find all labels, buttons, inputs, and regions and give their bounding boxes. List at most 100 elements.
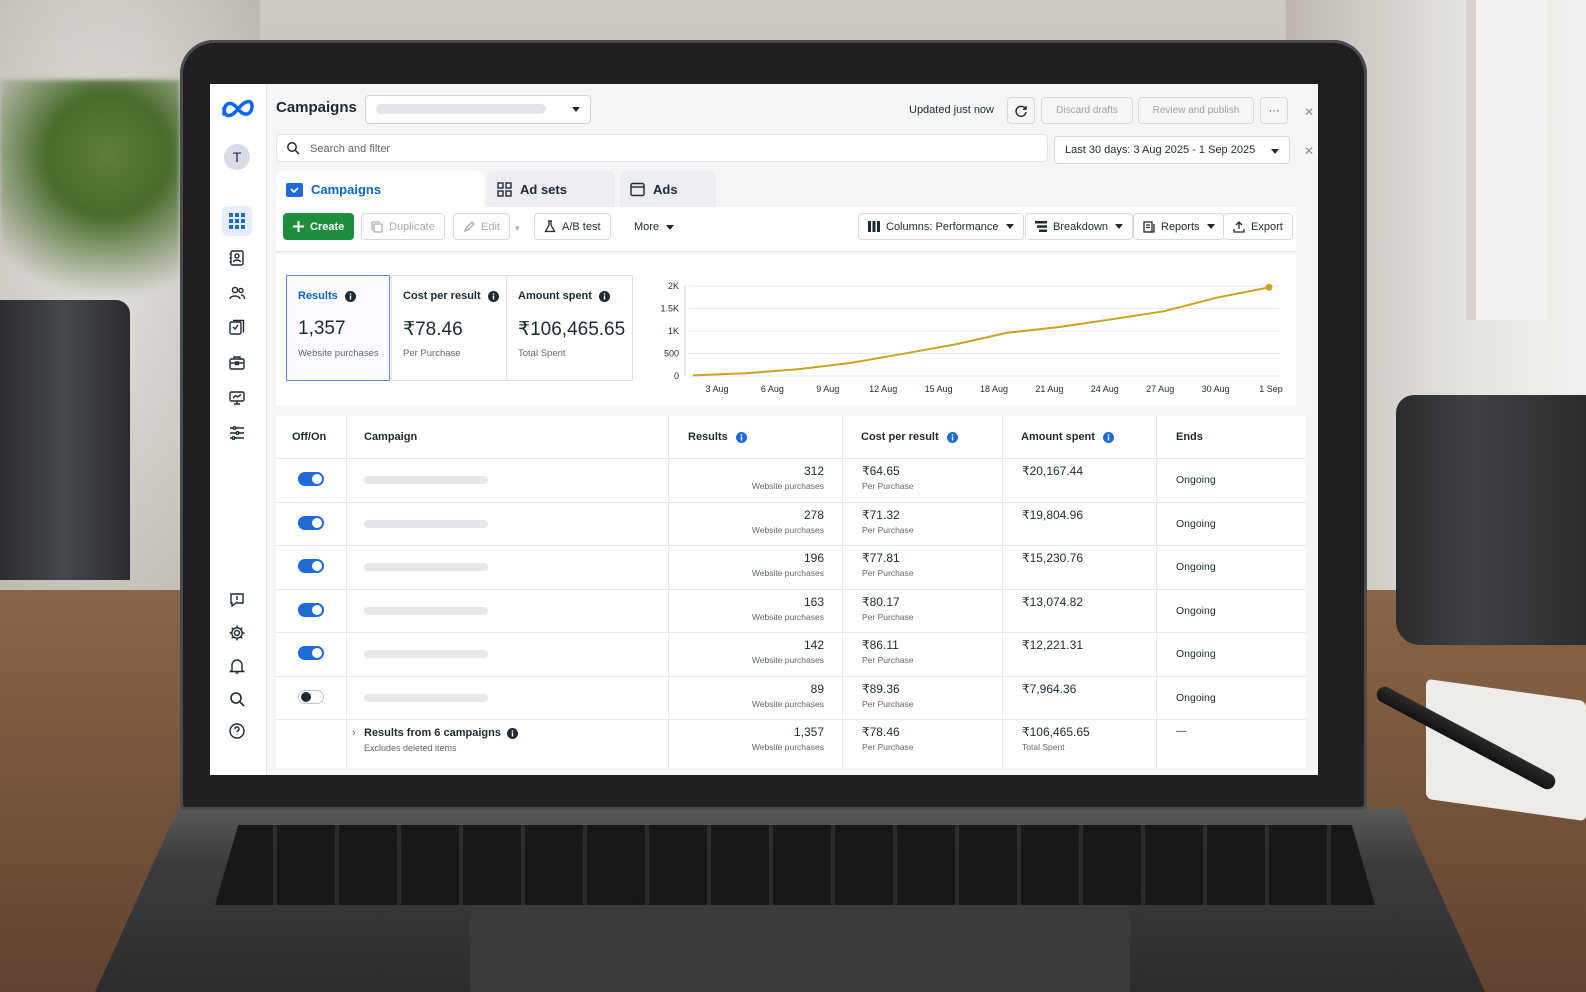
audience-icon[interactable] — [225, 281, 249, 305]
summary-amount: ₹106,465.65 Total Spent — [1022, 725, 1090, 752]
info-icon[interactable] — [735, 431, 747, 443]
amount-cell: ₹13,074.82 — [1022, 594, 1084, 609]
chart-x-tick-label: 21 Aug — [1035, 384, 1063, 394]
campaign-name-redacted[interactable] — [364, 476, 488, 484]
info-icon[interactable] — [487, 290, 499, 302]
table-row[interactable]: 89 Website purchases ₹89.36 Per Purchase ₹7,… — [276, 676, 1306, 719]
cost-cell: ₹86.11 Per Purchase — [862, 638, 914, 665]
metric-value: 1,357 — [298, 318, 346, 339]
metric-card-amount-spent[interactable]: Amount spent ₹106,465.65 Total Spent — [506, 275, 633, 381]
more-label: More — [634, 221, 660, 233]
edit-dropdown-icon[interactable]: ▾ — [515, 223, 520, 234]
list-icon[interactable] — [225, 421, 249, 445]
info-icon[interactable] — [598, 290, 610, 302]
tab-ads-label: Ads — [653, 181, 678, 197]
campaign-toggle[interactable] — [298, 646, 324, 660]
account-selector[interactable] — [365, 95, 591, 124]
chart-x-tick-label: 15 Aug — [925, 384, 953, 394]
chart-end-point[interactable] — [1265, 283, 1273, 291]
tab-ads[interactable]: Ads — [620, 171, 716, 207]
metric-card-results[interactable]: Results 1,357 Website purchases — [286, 275, 390, 381]
pages-icon[interactable] — [225, 316, 249, 340]
tab-campaigns[interactable]: Campaigns — [276, 171, 484, 207]
campaign-toggle[interactable] — [298, 689, 324, 704]
campaign-toggle[interactable] — [298, 472, 324, 486]
review-publish-button[interactable]: Review and publish — [1138, 97, 1254, 124]
search-input[interactable]: Search and filter — [310, 143, 390, 155]
ends-cell: Ongoing — [1176, 648, 1216, 660]
meta-logo-icon[interactable] — [221, 96, 255, 120]
results-cell: 142 Website purchases — [751, 638, 824, 665]
chart-x-tick-label: 1 Sep — [1259, 384, 1283, 394]
duplicate-button[interactable]: Duplicate — [361, 213, 445, 240]
metric-subtext: Total Spent — [518, 348, 566, 359]
column-header-results[interactable]: Results — [688, 416, 747, 458]
column-header-ends[interactable]: Ends — [1176, 416, 1203, 458]
chevron-right-icon[interactable]: › — [352, 727, 356, 739]
export-button[interactable]: Export — [1223, 213, 1293, 240]
search-icon[interactable] — [225, 687, 249, 711]
edit-button[interactable]: Edit — [453, 213, 510, 240]
discard-drafts-button[interactable]: Discard drafts — [1041, 97, 1133, 124]
summary-row: › Results from 6 campaigns Excludes dele… — [276, 719, 1306, 762]
info-icon[interactable] — [946, 431, 958, 443]
chevron-down-icon — [666, 224, 675, 230]
grid-icon[interactable] — [222, 206, 252, 236]
reports-dropdown[interactable]: Reports — [1133, 213, 1225, 240]
feedback-icon[interactable] — [225, 588, 249, 612]
amount-cell: ₹12,221.31 — [1022, 638, 1084, 652]
column-header-off-on[interactable]: Off/On — [292, 416, 326, 458]
gear-icon[interactable] — [225, 621, 249, 645]
table-row[interactable]: 142 Website purchases ₹86.11 Per Purchase ₹1… — [276, 632, 1306, 675]
column-header-campaign[interactable]: Campaign — [364, 416, 417, 458]
create-button[interactable]: Create — [283, 213, 355, 240]
close-icon[interactable]: ✕ — [1304, 144, 1314, 158]
campaign-toggle[interactable] — [298, 559, 324, 573]
more-dropdown[interactable]: More — [634, 221, 675, 233]
column-header-amount-spent[interactable]: Amount spent — [1021, 416, 1114, 458]
metric-value: ₹106,465.65 — [518, 319, 626, 340]
campaign-name-redacted[interactable] — [364, 563, 488, 571]
campaign-toggle[interactable] — [298, 602, 324, 617]
monitor-icon[interactable] — [225, 386, 249, 410]
ends-cell: Ongoing — [1176, 517, 1216, 530]
info-icon[interactable] — [344, 290, 356, 302]
refresh-button[interactable] — [1007, 97, 1035, 124]
bell-icon[interactable] — [225, 654, 249, 678]
table-row[interactable]: 312 Website purchases ₹64.65 Per Purchase ₹2… — [276, 458, 1306, 501]
metric-card-cost-per-result[interactable]: Cost per result ₹78.46 Per Purchase — [391, 275, 507, 381]
ab-test-button[interactable]: A/B test — [534, 213, 611, 240]
columns-dropdown[interactable]: Columns: Performance — [858, 213, 1024, 240]
edit-label: Edit — [481, 220, 500, 233]
more-options-button[interactable]: ··· — [1260, 97, 1288, 124]
table-row[interactable]: 196 Website purchases ₹77.81 Per Purchase ₹1… — [276, 545, 1306, 588]
breakdown-dropdown[interactable]: Breakdown — [1025, 213, 1134, 240]
info-icon[interactable] — [1102, 431, 1114, 443]
table-row[interactable]: 163 Website purchases ₹80.17 Per Purchase ₹1… — [276, 589, 1306, 632]
column-header-cost-per-result[interactable]: Cost per result — [861, 416, 958, 458]
search-filter-bar[interactable]: Search and filter — [276, 134, 1048, 162]
tab-ad-sets[interactable]: Ad sets — [487, 171, 615, 207]
campaign-name-redacted[interactable] — [364, 519, 488, 528]
row-divider — [276, 545, 1306, 546]
date-range-picker[interactable]: Last 30 days: 3 Aug 2025 - 1 Sep 2025 — [1054, 136, 1290, 164]
contacts-icon[interactable] — [225, 246, 249, 270]
screen: T Campaigns Updated just now Discard dra… — [210, 84, 1318, 775]
chart-x-tick-label: 30 Aug — [1202, 384, 1230, 394]
tab-ad-sets-label: Ad sets — [520, 181, 567, 197]
help-icon[interactable] — [225, 719, 249, 743]
results-cell: 278 Website purchases — [751, 507, 824, 535]
ends-cell: Ongoing — [1176, 604, 1216, 617]
avatar[interactable]: T — [224, 144, 250, 170]
cost-cell: ₹80.17 Per Purchase — [862, 594, 914, 622]
table-row[interactable]: 278 Website purchases ₹71.32 Per Purchase ₹1… — [276, 502, 1306, 545]
campaign-name-redacted[interactable] — [364, 650, 488, 658]
close-icon[interactable]: ✕ — [1304, 105, 1314, 119]
campaign-name-redacted[interactable] — [364, 693, 488, 702]
briefcase-icon[interactable] — [225, 351, 249, 375]
campaign-toggle[interactable] — [298, 515, 324, 530]
info-icon[interactable] — [506, 727, 518, 739]
plus-icon — [293, 221, 304, 232]
campaign-name-redacted[interactable] — [364, 606, 488, 615]
row-divider — [276, 588, 1306, 590]
